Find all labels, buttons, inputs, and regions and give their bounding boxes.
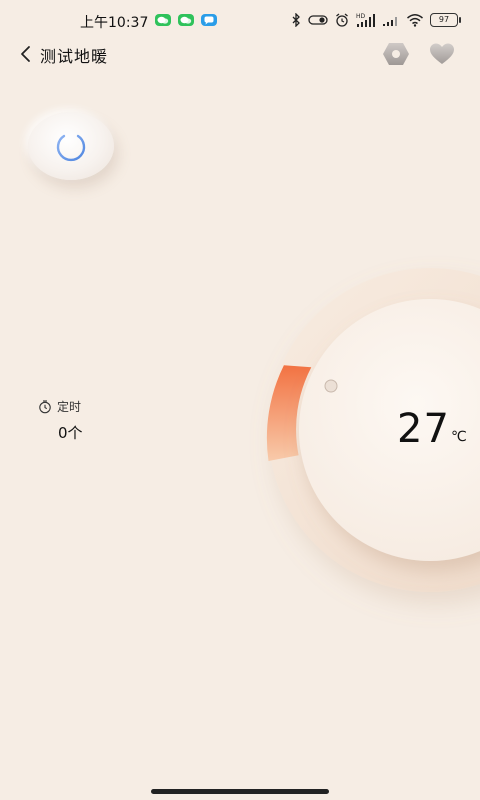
home-indicator[interactable] [151, 789, 329, 794]
temperature-value: 27 [397, 406, 450, 452]
temperature-dial[interactable] [0, 0, 480, 800]
temperature-unit: ℃ [451, 429, 467, 445]
dial-knob[interactable] [324, 379, 338, 393]
